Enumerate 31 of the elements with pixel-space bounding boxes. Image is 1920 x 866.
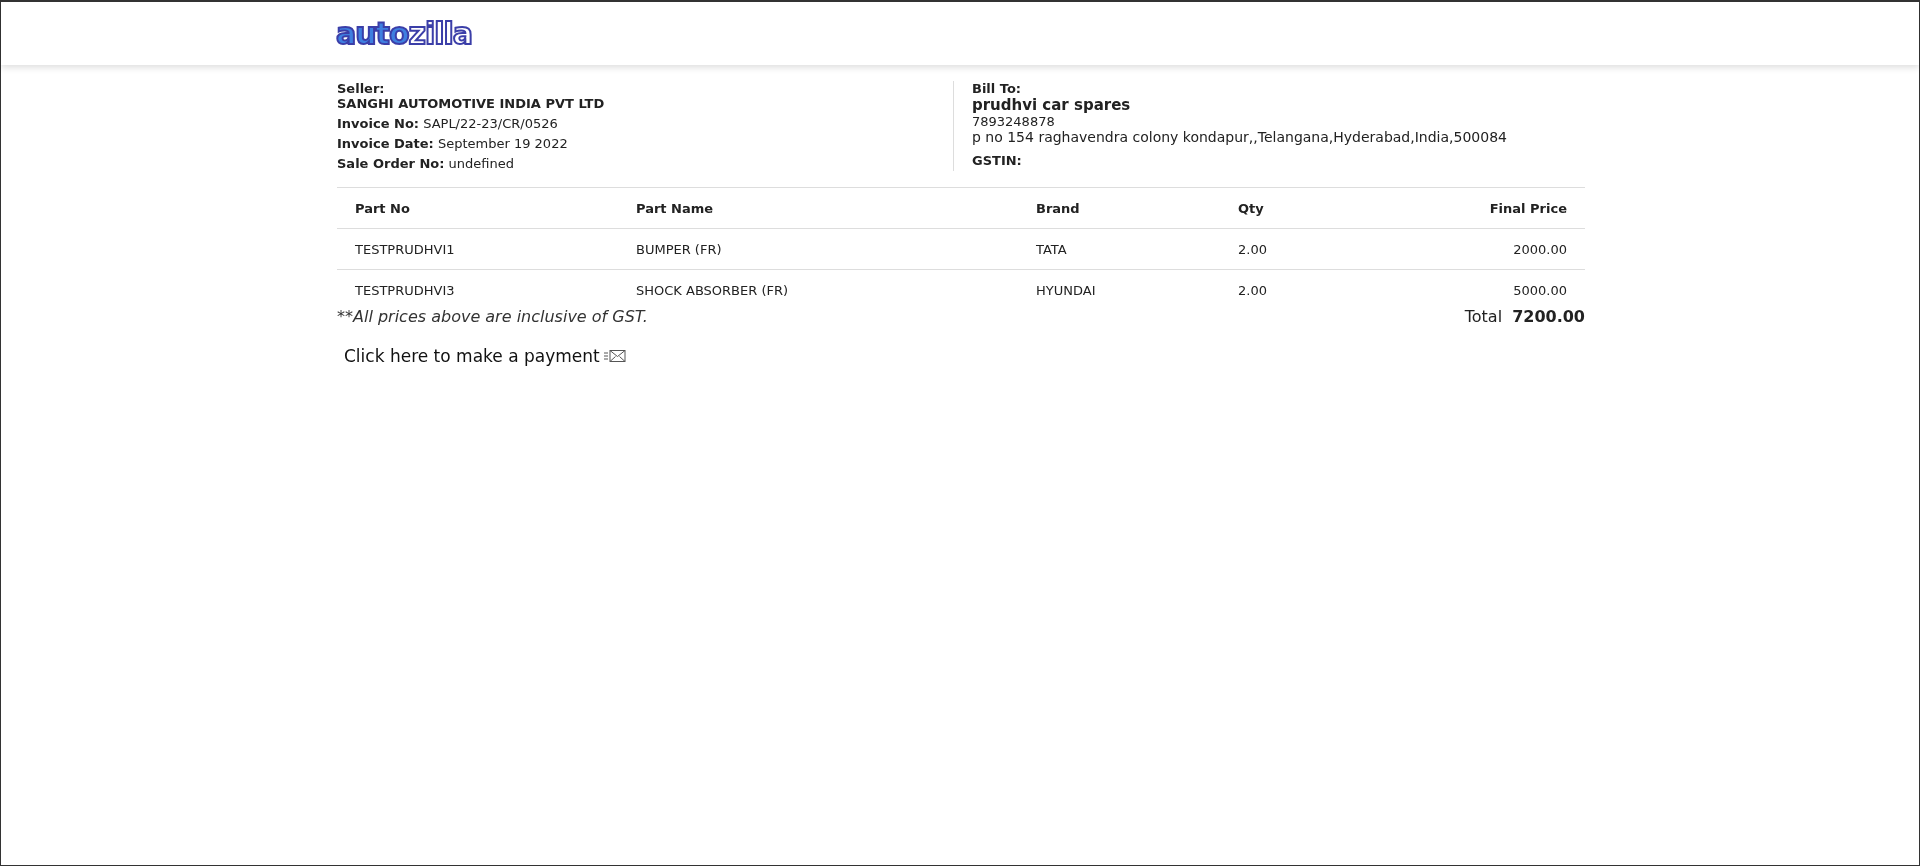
- table-cell-text: 2000.00: [1512, 241, 1567, 257]
- mail-icon: [603, 349, 626, 363]
- total-value: 7200.00: [1512, 307, 1585, 326]
- gst-note: **All prices above are inclusive of GST.: [337, 307, 648, 326]
- table-cell-text: BUMPER (FR): [636, 241, 723, 257]
- payment-link[interactable]: Click here to make a payment: [344, 346, 626, 366]
- column-header: Qty: [1238, 200, 1265, 216]
- column-header: Part Name: [636, 200, 715, 216]
- autozilla-logo: autozilla: [336, 18, 473, 49]
- table-cell-text: TESTPRUDHVI3: [355, 282, 456, 298]
- customer-phone: 7893248878: [972, 114, 1056, 129]
- seller-name: SANGHI AUTOMOTIVE INDIA PVT LTD: [337, 96, 606, 111]
- table-cell-text: TATA: [1036, 241, 1068, 257]
- table-cell-text: 2.00: [1238, 282, 1268, 298]
- customer-name: prudhvi car spares: [972, 96, 1132, 114]
- invoice-field: Invoice No: SAPL/22-23/CR/0526: [337, 116, 953, 131]
- invoice-field: Invoice Date: September 19 2022: [337, 136, 953, 151]
- table-cell-text: HYUNDAI: [1036, 282, 1097, 298]
- total-label: Total: [1464, 307, 1503, 326]
- table-cell-text: 2.00: [1238, 241, 1268, 257]
- table-cell-text: 5000.00: [1512, 282, 1567, 298]
- table-cell-text: SHOCK ABSORBER (FR): [636, 282, 790, 298]
- seller-heading: Seller:: [337, 81, 386, 96]
- column-header: Final Price: [1488, 200, 1567, 216]
- customer-address: p no 154 raghavendra colony kondapur,,Telangana,Hyderabad,India,500084: [972, 129, 1508, 145]
- table-cell-text: TESTPRUDHVI1: [355, 241, 456, 257]
- invoice-field: Sale Order No: undefined: [337, 156, 953, 171]
- bill-to-heading: Bill To:: [972, 81, 1023, 96]
- column-header: Part No: [355, 200, 411, 216]
- gstin-label: GSTIN:: [972, 153, 1023, 168]
- column-header: Brand: [1036, 200, 1081, 216]
